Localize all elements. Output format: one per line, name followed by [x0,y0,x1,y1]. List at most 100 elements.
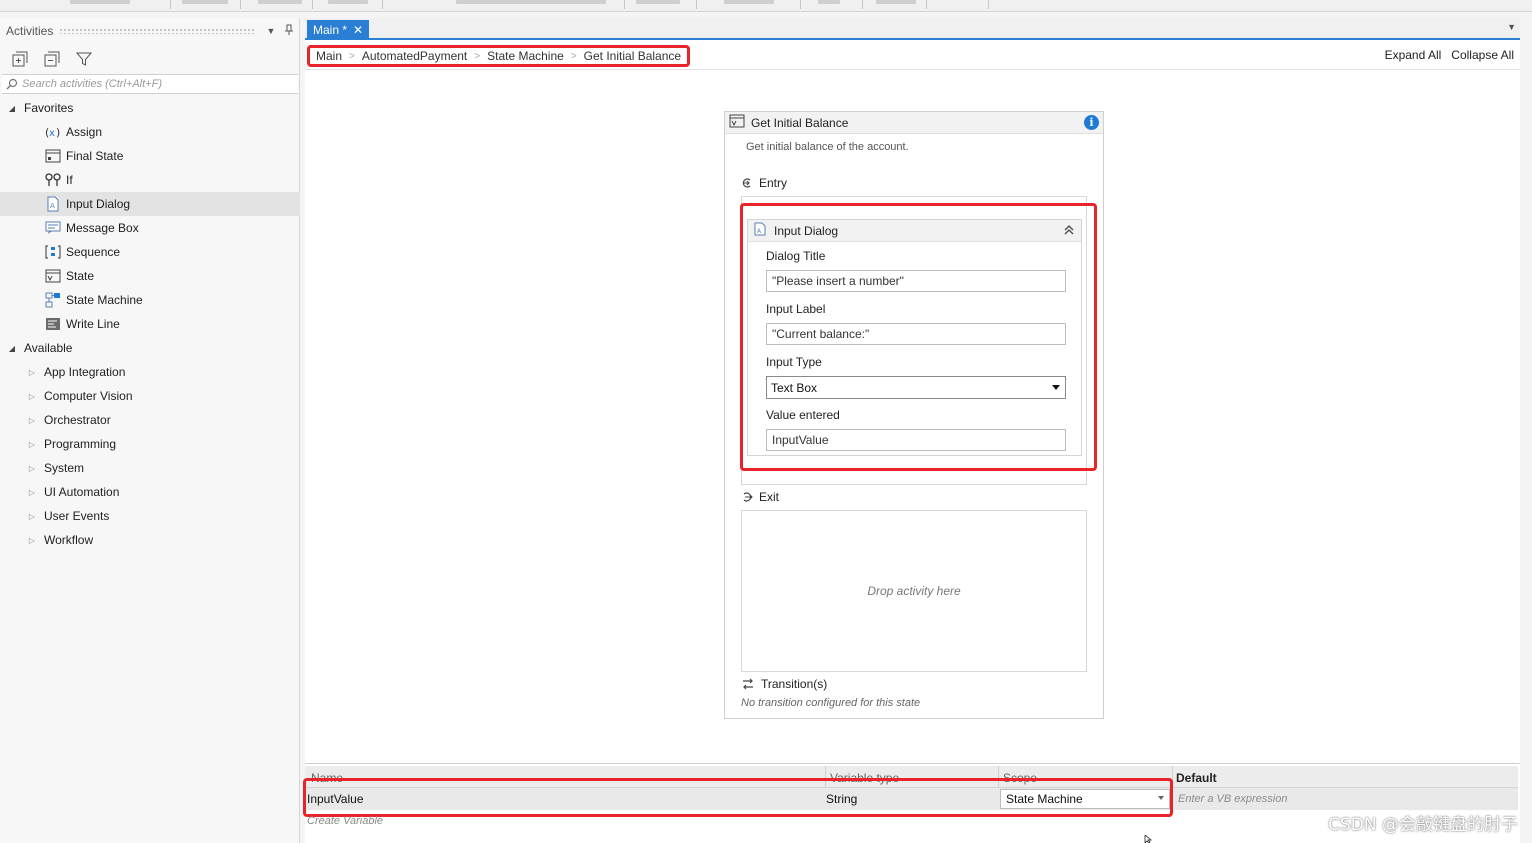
collapsed-caret-icon[interactable]: ▷ [27,392,37,401]
chevron-right-icon: > [570,50,577,62]
ribbon-separator [240,0,241,9]
state-icon [729,114,745,131]
filter-icon[interactable] [74,49,94,69]
tree-group-available[interactable]: ◢ Available [0,336,300,360]
state-get-initial-balance[interactable]: Get Initial Balance i Get initial balanc… [724,111,1104,719]
document-tabstrip: Main * ✕ ▼ [305,18,1520,40]
ribbon-separator [800,0,801,9]
category-label: Workflow [44,533,94,547]
column-default: Default [1176,771,1217,785]
tree-item-state-machine[interactable]: State Machine [0,288,300,312]
svg-text:x: x [49,128,55,139]
collapse-all-link[interactable]: Collapse All [1451,48,1514,62]
message-box-icon [45,220,61,236]
tab-overflow-icon[interactable]: ▼ [1507,22,1516,32]
transitions-label: Transition(s) [761,677,828,691]
collapsed-caret-icon[interactable]: ▷ [27,464,37,473]
breadcrumb-item-main[interactable]: Main [316,49,342,63]
tree-category-workflow[interactable]: ▷ Workflow [0,528,300,552]
highlight-box-variables [303,778,1173,817]
tree-item-sequence[interactable]: Sequence [0,240,300,264]
category-label: Orchestrator [44,413,111,427]
tree-category-app-integration[interactable]: ▷ App Integration [0,360,300,384]
expand-collapse-links: Expand All Collapse All [1385,48,1514,62]
ribbon-fragment [876,0,916,4]
tree-group-favorites[interactable]: ◢ Favorites [0,96,300,120]
tree-category-system[interactable]: ▷ System [0,456,300,480]
group-label: Available [24,341,73,355]
write-line-icon [45,316,61,332]
mouse-cursor-icon [1144,835,1153,843]
exit-icon [743,492,753,502]
activities-search [2,74,298,94]
ribbon-fragment [182,0,228,4]
category-label: Programming [44,437,117,451]
tree-category-user-events[interactable]: ▷ User Events [0,504,300,528]
collapsed-caret-icon[interactable]: ▷ [27,368,37,377]
ribbon-strip [0,0,1532,12]
expanded-caret-icon[interactable]: ◢ [7,104,17,113]
create-variable-link[interactable]: Create Variable [307,815,383,827]
tree-category-ui-automation[interactable]: ▷ UI Automation [0,480,300,504]
expand-all-icon[interactable] [10,49,30,69]
state-description: Get initial balance of the account. [746,141,909,153]
collapsed-caret-icon[interactable]: ▷ [27,440,37,449]
tree-category-computer-vision[interactable]: ▷ Computer Vision [0,384,300,408]
final-state-icon [45,148,61,164]
state-icon [45,268,61,284]
svg-text:A: A [50,202,55,210]
ribbon-separator [382,0,383,9]
state-title: Get Initial Balance [751,115,849,130]
collapsed-caret-icon[interactable]: ▷ [27,416,37,425]
tree-item-final-state[interactable]: Final State [0,144,300,168]
tree-item-input-dialog[interactable]: A Input Dialog [0,192,300,216]
breadcrumb-item-automatedpayment[interactable]: AutomatedPayment [362,49,467,63]
ribbon-fragment [456,0,606,4]
search-input[interactable] [22,78,292,90]
ribbon-separator [312,0,313,9]
tree-item-write-line[interactable]: Write Line [0,312,300,336]
tree-item-label: Assign [66,125,103,139]
ribbon-fragment [70,0,130,4]
default-value-input[interactable] [1174,789,1514,809]
transitions-section-label: Transition(s) [741,677,827,691]
tree-item-label: State Machine [66,293,143,307]
entry-section-label: Entry [741,176,787,190]
expand-all-link[interactable]: Expand All [1385,48,1442,62]
ribbon-separator [624,0,625,9]
tab-main[interactable]: Main * ✕ [307,20,370,40]
tree-item-label: Message Box [66,221,139,235]
tree-category-programming[interactable]: ▷ Programming [0,432,300,456]
collapsed-caret-icon[interactable]: ▷ [27,536,37,545]
tree-item-label: Input Dialog [66,197,131,211]
pin-icon[interactable] [282,24,296,38]
breadcrumb-item-get-initial-balance[interactable]: Get Initial Balance [584,49,681,63]
category-label: System [44,461,85,475]
tree-category-orchestrator[interactable]: ▷ Orchestrator [0,408,300,432]
exit-dropzone[interactable]: Drop activity here [741,510,1087,672]
panel-dropdown-icon[interactable]: ▼ [264,26,278,36]
tree-item-message-box[interactable]: Message Box [0,216,300,240]
category-label: UI Automation [44,485,120,499]
svg-text:): ) [56,126,60,139]
tree-item-label: State [66,269,95,283]
tree-item-if[interactable]: If [0,168,300,192]
search-icon [6,78,18,90]
breadcrumb-item-state-machine[interactable]: State Machine [487,49,564,63]
collapsed-caret-icon[interactable]: ▷ [27,488,37,497]
tree-item-label: Sequence [66,245,121,259]
tree-item-assign[interactable]: (x) Assign [0,120,300,144]
ribbon-fragment [636,0,680,4]
state-machine-icon [45,292,61,308]
ribbon-separator [696,0,697,9]
collapsed-caret-icon[interactable]: ▷ [27,512,37,521]
ribbon-fragment [818,0,840,4]
expanded-caret-icon[interactable]: ◢ [7,344,17,353]
close-icon[interactable]: ✕ [353,23,363,37]
info-icon[interactable]: i [1084,115,1099,130]
panel-grip [59,28,256,34]
entry-icon [742,178,751,188]
collapse-all-icon[interactable] [42,49,62,69]
tree-item-state[interactable]: State [0,264,300,288]
transitions-note: No transition configured for this state [741,697,921,709]
